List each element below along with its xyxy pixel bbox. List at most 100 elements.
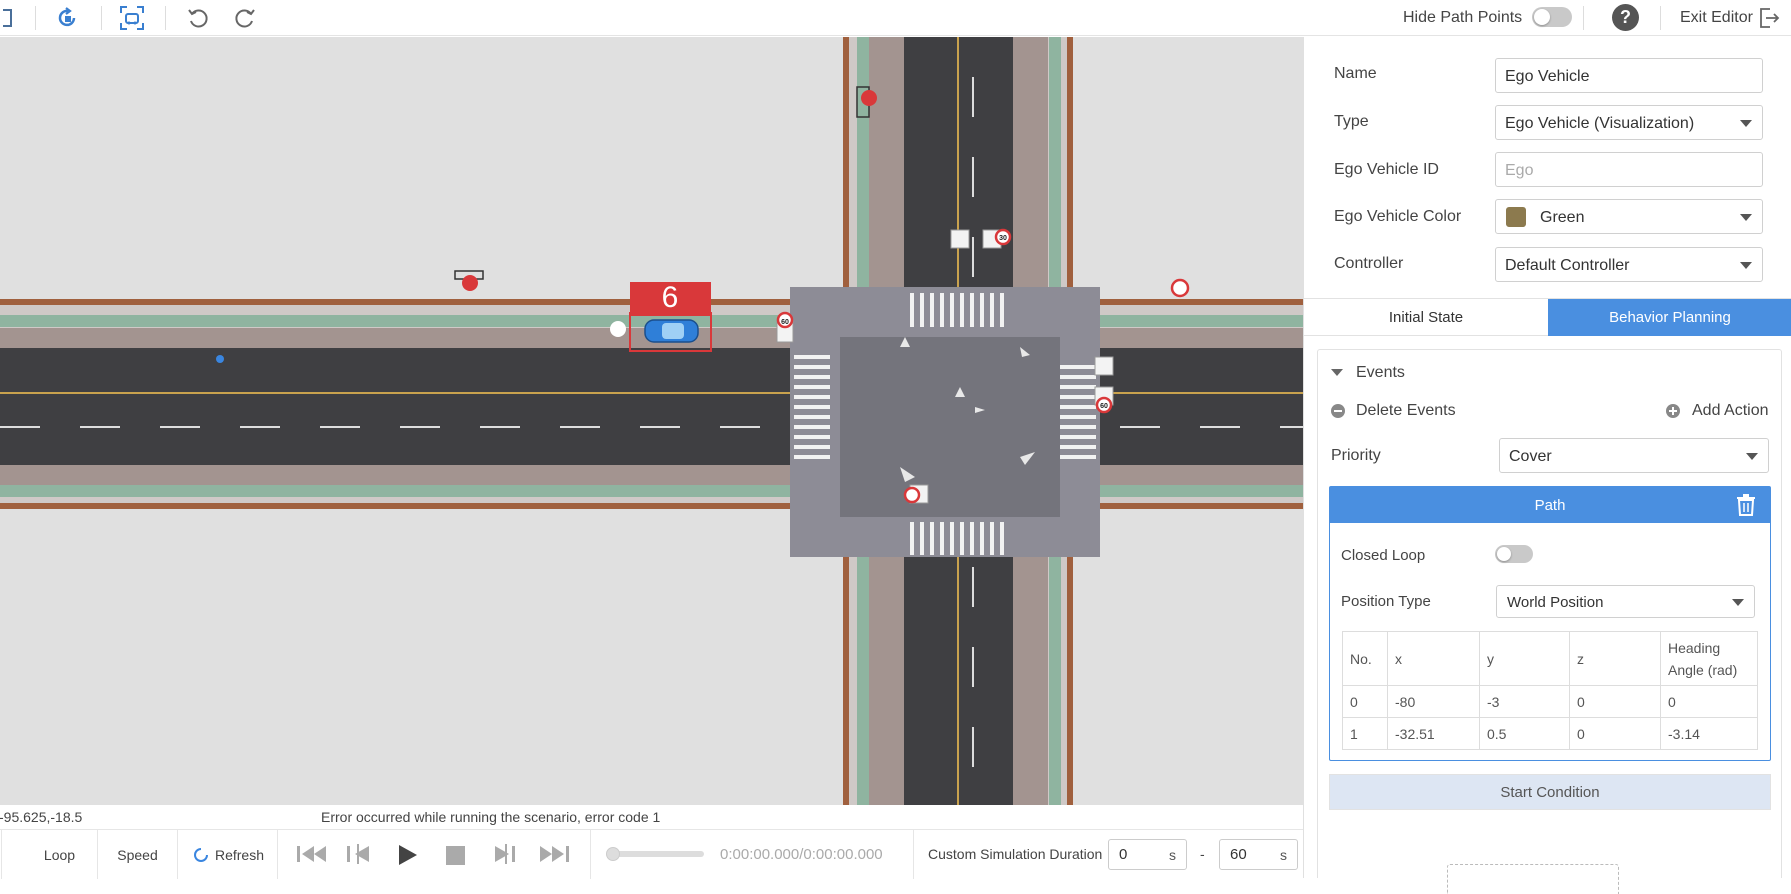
chevron-down-icon (1740, 120, 1752, 127)
table-cell: 0 (1342, 685, 1388, 718)
table-cell[interactable]: -3 (1479, 685, 1570, 718)
custom-duration-label: Custom Simulation Duration (928, 846, 1103, 862)
color-swatch (1506, 207, 1526, 227)
slider-handle[interactable] (606, 847, 620, 861)
controller-value: Default Controller (1505, 257, 1630, 274)
column-header: x (1387, 631, 1480, 686)
table-cell[interactable]: 0 (1569, 717, 1661, 750)
table-cell: 1 (1342, 717, 1388, 750)
duration-start-value: 0 (1119, 846, 1128, 863)
speed-limit-sign-label: 60 (781, 319, 789, 326)
stop-icon[interactable] (446, 846, 465, 865)
speed-limit-sign-label: 30 (999, 235, 1007, 242)
grass-strip (0, 485, 1303, 497)
closed-loop-toggle[interactable] (1495, 545, 1533, 563)
table-cell[interactable]: 0.5 (1479, 717, 1570, 750)
skip-to-end-icon[interactable] (538, 844, 570, 867)
trash-icon[interactable] (1736, 494, 1756, 520)
partial-icon[interactable] (0, 4, 22, 32)
loop-button[interactable]: Loop (22, 830, 98, 879)
duration-separator: - (1200, 846, 1205, 862)
priority-value: Cover (1509, 448, 1552, 465)
ego-id-label: Ego Vehicle ID (1334, 161, 1439, 178)
map-canvas[interactable]: 6 60 30 60 (0, 37, 1303, 805)
table-cell[interactable]: -32.51 (1387, 717, 1480, 750)
duration-end-input[interactable]: 60 s (1219, 839, 1298, 870)
start-condition-header[interactable]: Start Condition (1329, 774, 1771, 810)
speed-limit-sign-label: 60 (1100, 403, 1108, 410)
step-forward-icon[interactable] (491, 844, 519, 867)
duration-unit: s (1169, 847, 1176, 863)
priority-select[interactable]: Cover (1499, 438, 1769, 473)
panel-tabs: Initial State Behavior Planning (1304, 298, 1791, 336)
position-type-value: World Position (1507, 594, 1604, 611)
position-type-select[interactable]: World Position (1496, 585, 1755, 618)
exit-editor-button[interactable]: Exit Editor (1680, 9, 1753, 27)
toolbar-divider (101, 6, 102, 30)
exit-icon[interactable] (1755, 4, 1783, 32)
priority-label: Priority (1331, 447, 1381, 464)
controller-label: Controller (1334, 255, 1404, 272)
table-row[interactable]: 0 -80 -3 0 0 (1342, 685, 1758, 718)
refresh-button[interactable]: Refresh (178, 830, 278, 879)
playbar-divider (913, 830, 914, 879)
progress-slider[interactable] (606, 847, 704, 861)
ego-color-label: Ego Vehicle Color (1334, 208, 1462, 225)
delete-events-button[interactable]: Delete Events (1356, 402, 1456, 420)
type-select[interactable]: Ego Vehicle (Visualization) (1495, 105, 1763, 140)
table-row[interactable]: 1 -32.51 0.5 0 -3.14 (1342, 717, 1758, 750)
table-cell[interactable]: 0 (1660, 685, 1758, 718)
error-message: Error occurred while running the scenari… (321, 809, 661, 825)
playback-bar: Loop Speed Refresh 0:00:00.000/0:00:00.0… (0, 829, 1303, 879)
toolbar-divider (165, 6, 166, 30)
skip-to-start-icon[interactable] (296, 844, 328, 867)
plus-circle-icon[interactable] (1666, 404, 1680, 418)
chevron-down-icon (1740, 214, 1752, 221)
table-cell[interactable]: -3.14 (1660, 717, 1758, 750)
redo-icon[interactable] (231, 4, 259, 32)
name-input[interactable]: Ego Vehicle (1495, 58, 1763, 93)
speed-button[interactable]: Speed (98, 830, 178, 879)
column-header: y (1479, 631, 1570, 686)
duration-start-input[interactable]: 0 s (1108, 839, 1187, 870)
undo-icon[interactable] (184, 4, 212, 32)
table-header-row: No. x y z Heading Angle (rad) (1342, 631, 1758, 686)
partial-control[interactable] (0, 830, 2, 879)
path-header: Path (1330, 487, 1770, 523)
chevron-down-icon (1732, 599, 1744, 606)
time-display: 0:00:00.000/0:00:00.000 (720, 846, 883, 863)
minus-circle-icon[interactable] (1331, 404, 1345, 418)
status-bar: -95.625,-18.5 Error occurred while runni… (0, 805, 1303, 829)
tab-behavior-planning[interactable]: Behavior Planning (1548, 299, 1791, 336)
column-header: Heading Angle (rad) (1660, 631, 1758, 686)
table-cell[interactable]: 0 (1569, 685, 1661, 718)
path-start-point (610, 321, 626, 337)
table-cell[interactable]: -80 (1387, 685, 1480, 718)
sidewalk (0, 465, 1303, 485)
step-back-icon[interactable] (345, 844, 373, 867)
duration-unit: s (1280, 847, 1287, 863)
add-condition-placeholder[interactable] (1447, 864, 1619, 894)
type-value: Ego Vehicle (Visualization) (1505, 115, 1695, 132)
path-box: Path Closed Loop Position Type World Pos… (1329, 486, 1771, 761)
collapse-icon[interactable] (1331, 369, 1343, 376)
focus-vehicle-icon[interactable] (118, 4, 146, 32)
hide-path-points-toggle[interactable] (1532, 7, 1572, 27)
help-button[interactable]: ? (1612, 4, 1639, 31)
ego-id-input[interactable]: Ego (1495, 152, 1763, 187)
column-header: No. (1342, 631, 1388, 686)
ego-color-select[interactable]: Green (1495, 199, 1763, 234)
road-network: 6 60 30 60 (0, 37, 1303, 805)
add-action-button[interactable]: Add Action (1692, 402, 1769, 420)
type-label: Type (1334, 113, 1369, 130)
playbar-divider (590, 830, 591, 879)
chevron-down-icon (1746, 453, 1758, 460)
properties-panel: Name Ego Vehicle Type Ego Vehicle (Visua… (1303, 37, 1791, 894)
toolbar-divider (1583, 6, 1584, 30)
controller-select[interactable]: Default Controller (1495, 247, 1763, 282)
refresh-label: Refresh (214, 846, 265, 863)
play-icon[interactable] (396, 844, 418, 869)
rotate-vehicle-icon[interactable] (54, 4, 82, 32)
path-title: Path (1534, 496, 1566, 514)
tab-initial-state[interactable]: Initial State (1304, 299, 1548, 336)
